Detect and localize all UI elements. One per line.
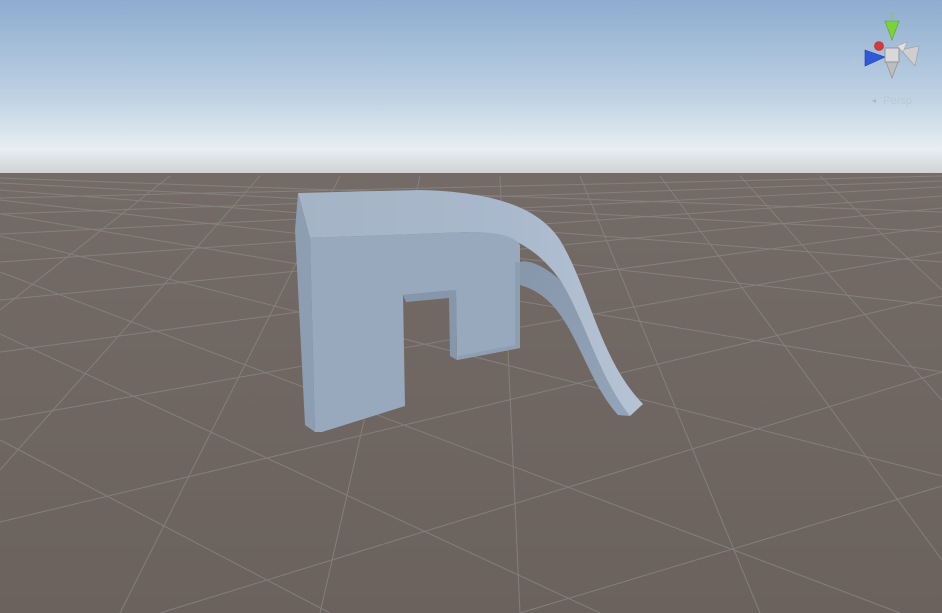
scene-viewport[interactable]: y z ◂ Persp <box>0 0 942 613</box>
gizmo-center-cube[interactable] <box>884 47 900 63</box>
gizmo-z-label: z <box>853 56 858 66</box>
gizmo-z-axis-cone[interactable] <box>864 49 886 67</box>
projection-mode-label[interactable]: Persp <box>883 95 912 107</box>
sky <box>0 0 942 174</box>
gizmo-y-label: y <box>890 10 895 20</box>
projection-chevron-icon: ◂ <box>871 96 876 105</box>
gizmo-y-axis-cone[interactable] <box>884 20 900 41</box>
scene-render[interactable] <box>0 0 942 613</box>
orientation-gizmo[interactable]: y z <box>845 8 942 108</box>
gizmo-x-axis-dot[interactable] <box>874 41 884 51</box>
gizmo-neg-y-cone[interactable] <box>885 61 899 79</box>
